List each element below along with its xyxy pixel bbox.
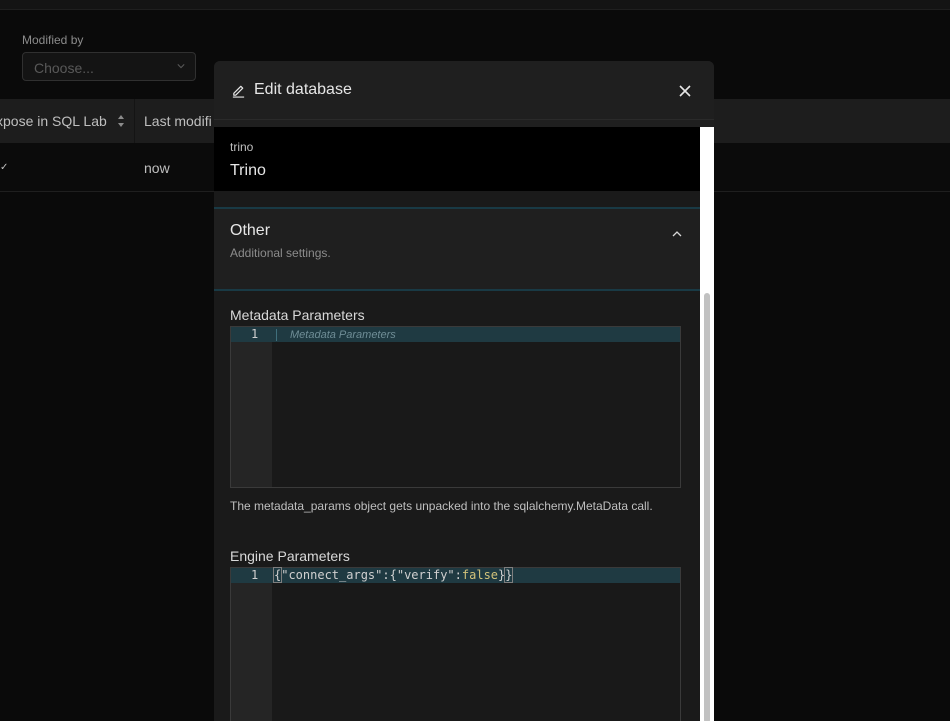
other-section-header[interactable]: Other Additional settings. bbox=[214, 209, 700, 289]
filter-label: Modified by bbox=[22, 33, 84, 47]
engine-params-code: {"connect_args":{"verify":false}} bbox=[272, 567, 514, 583]
editor-placeholder: Metadata Parameters bbox=[290, 329, 396, 341]
sort-icon[interactable] bbox=[117, 113, 125, 129]
column-expose-in-sql-lab[interactable]: xpose in SQL Lab bbox=[0, 99, 135, 143]
database-engine: trino bbox=[230, 140, 254, 154]
edit-database-modal: Edit database trino Trino Other Addition… bbox=[214, 61, 714, 721]
text-cursor bbox=[276, 329, 277, 341]
modal-title: Edit database bbox=[254, 81, 352, 98]
code-brace: { bbox=[389, 568, 397, 582]
line-number: 1 bbox=[251, 568, 259, 582]
modal-body: trino Trino Other Additional settings. M… bbox=[214, 127, 700, 721]
modified-by-select[interactable]: Choose... bbox=[22, 52, 196, 81]
code-key: "connect_args" bbox=[281, 568, 383, 582]
code-colon: : bbox=[454, 568, 462, 582]
column-label: Last modifi bbox=[144, 113, 212, 129]
modal-header: Edit database bbox=[214, 61, 714, 120]
last-modified-cell: now bbox=[144, 160, 170, 176]
caret-up-icon[interactable] bbox=[671, 229, 683, 239]
line-number: 1 bbox=[251, 327, 259, 341]
editor-gutter bbox=[231, 568, 272, 721]
engine-params-label: Engine Parameters bbox=[230, 548, 350, 564]
code-colon: : bbox=[382, 568, 390, 582]
edit-icon bbox=[232, 85, 245, 98]
close-icon[interactable] bbox=[677, 83, 693, 99]
modal-scrollbar[interactable] bbox=[700, 127, 714, 721]
section-divider bbox=[214, 289, 700, 291]
expose-check: ✓ bbox=[0, 162, 9, 173]
section-subtitle: Additional settings. bbox=[230, 246, 331, 260]
code-brace: } bbox=[504, 567, 514, 583]
database-name: Trino bbox=[230, 162, 266, 179]
engine-params-editor[interactable]: 1 {"connect_args":{"verify":false}} bbox=[230, 567, 681, 721]
top-bar bbox=[0, 0, 950, 10]
metadata-params-editor[interactable]: 1 Metadata Parameters bbox=[230, 326, 681, 488]
chevron-down-icon bbox=[177, 64, 185, 69]
code-value: false bbox=[461, 568, 499, 582]
column-label: xpose in SQL Lab bbox=[0, 113, 107, 129]
select-placeholder: Choose... bbox=[34, 60, 94, 76]
scrollbar-thumb[interactable] bbox=[704, 293, 710, 721]
section-title: Other bbox=[230, 222, 271, 239]
metadata-params-label: Metadata Parameters bbox=[230, 307, 365, 323]
metadata-help-text: The metadata_params object gets unpacked… bbox=[230, 499, 653, 513]
code-key: "verify" bbox=[396, 568, 455, 582]
database-info: trino Trino bbox=[214, 127, 700, 191]
editor-gutter bbox=[231, 327, 272, 487]
